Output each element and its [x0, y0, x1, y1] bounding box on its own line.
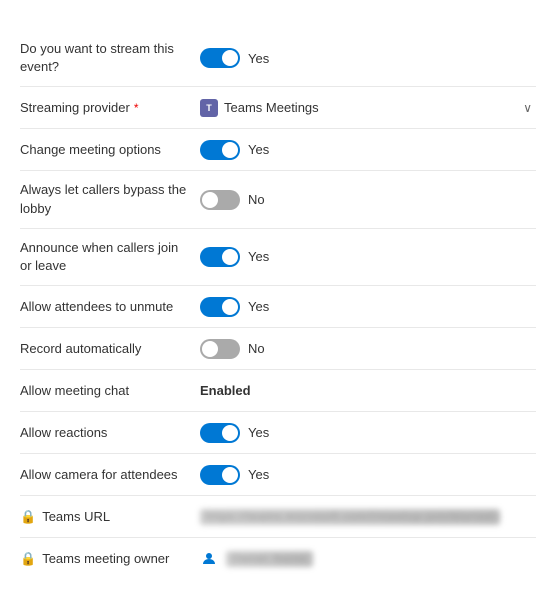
row-allow-unmute: Allow attendees to unmute Yes: [20, 286, 536, 328]
label-text: Always let callers bypass the lobby: [20, 181, 190, 217]
toggle-track[interactable]: [200, 140, 240, 160]
teams-icon: T: [200, 99, 218, 117]
row-allow-meeting-chat: Allow meeting chat Enabled: [20, 370, 536, 412]
teams-url-value: https://teams.microsoft.com/l/meetup-joi…: [200, 509, 500, 525]
toggle-track[interactable]: [200, 190, 240, 210]
label-text: Change meeting options: [20, 141, 161, 159]
row-teams-owner: 🔒 Teams meeting owner Owner Name: [20, 538, 536, 580]
toggle-thumb: [202, 192, 218, 208]
row-value-change-meeting-options: Yes: [200, 140, 536, 160]
toggle-track[interactable]: [200, 297, 240, 317]
label-text: Record automatically: [20, 340, 141, 358]
row-value-teams-url: https://teams.microsoft.com/l/meetup-joi…: [200, 509, 536, 525]
row-value-stream-event: Yes: [200, 48, 536, 68]
row-label-change-meeting-options: Change meeting options: [20, 141, 200, 159]
toggle-value-label: Yes: [248, 51, 269, 66]
toggle-thumb: [222, 425, 238, 441]
toggle-value-label: Yes: [248, 467, 269, 482]
toggle-track[interactable]: [200, 48, 240, 68]
row-label-teams-url: 🔒 Teams URL: [20, 508, 200, 526]
row-label-allow-unmute: Allow attendees to unmute: [20, 298, 200, 316]
row-value-allow-meeting-chat: Enabled: [200, 383, 536, 398]
row-value-announce-join-leave: Yes: [200, 247, 536, 267]
row-change-meeting-options: Change meeting options Yes: [20, 129, 536, 171]
lock-icon: 🔒: [20, 550, 36, 568]
label-text: Allow camera for attendees: [20, 466, 178, 484]
label-text: Allow reactions: [20, 424, 107, 442]
row-value-bypass-lobby: No: [200, 190, 536, 210]
toggle-thumb: [222, 142, 238, 158]
row-value-allow-reactions: Yes: [200, 423, 536, 443]
label-text: Do you want to stream this event?: [20, 40, 190, 76]
label-text: Allow meeting chat: [20, 382, 129, 400]
row-label-stream-event: Do you want to stream this event?: [20, 40, 200, 76]
toggle-thumb: [222, 467, 238, 483]
label-text: Announce when callers join or leave: [20, 239, 190, 275]
row-value-allow-unmute: Yes: [200, 297, 536, 317]
lock-icon: 🔒: [20, 508, 36, 526]
owner-name-value: Owner Name: [226, 551, 313, 567]
toggle-track[interactable]: [200, 247, 240, 267]
stream-event-panel: Do you want to stream this event? Yes Stre…: [0, 0, 556, 596]
row-value-allow-camera: Yes: [200, 465, 536, 485]
row-label-allow-meeting-chat: Allow meeting chat: [20, 382, 200, 400]
toggle-thumb: [222, 249, 238, 265]
row-label-streaming-provider: Streaming provider *: [20, 100, 200, 115]
row-teams-url: 🔒 Teams URL https://teams.microsoft.com/l/…: [20, 496, 536, 538]
row-stream-event: Do you want to stream this event? Yes: [20, 30, 536, 87]
toggle-track[interactable]: [200, 339, 240, 359]
row-label-teams-owner: 🔒 Teams meeting owner: [20, 550, 200, 568]
provider-inner: T Teams Meetings: [200, 99, 319, 117]
row-value-record-automatically: No: [200, 339, 536, 359]
row-label-bypass-lobby: Always let callers bypass the lobby: [20, 181, 200, 217]
row-bypass-lobby: Always let callers bypass the lobby No: [20, 171, 536, 228]
row-label-record-automatically: Record automatically: [20, 340, 200, 358]
row-label-allow-reactions: Allow reactions: [20, 424, 200, 442]
person-icon: [200, 550, 218, 568]
row-value-teams-owner: Owner Name: [200, 550, 536, 568]
label-text: Teams URL: [42, 508, 110, 526]
row-allow-camera: Allow camera for attendees Yes: [20, 454, 536, 496]
provider-name: Teams Meetings: [224, 100, 319, 115]
toggle-value-label: Yes: [248, 425, 269, 440]
provider-value[interactable]: T Teams Meetings ∨: [200, 99, 536, 117]
row-label-allow-camera: Allow camera for attendees: [20, 466, 200, 484]
chat-status: Enabled: [200, 383, 251, 398]
label-text: Allow attendees to unmute: [20, 298, 173, 316]
toggle-value-label: No: [248, 341, 265, 356]
row-streaming-provider: Streaming provider *T Teams Meetings ∨: [20, 87, 536, 129]
toggle-thumb: [222, 50, 238, 66]
row-label-announce-join-leave: Announce when callers join or leave: [20, 239, 200, 275]
toggle-value-label: No: [248, 192, 265, 207]
required-indicator: *: [134, 101, 139, 115]
toggle-track[interactable]: [200, 465, 240, 485]
chevron-down-icon[interactable]: ∨: [523, 101, 532, 115]
row-record-automatically: Record automatically No: [20, 328, 536, 370]
toggle-value-label: Yes: [248, 249, 269, 264]
row-announce-join-leave: Announce when callers join or leave Yes: [20, 229, 536, 286]
toggle-thumb: [222, 299, 238, 315]
toggle-thumb: [202, 341, 218, 357]
toggle-track[interactable]: [200, 423, 240, 443]
label-text: Teams meeting owner: [42, 550, 169, 568]
row-allow-reactions: Allow reactions Yes: [20, 412, 536, 454]
toggle-value-label: Yes: [248, 142, 269, 157]
toggle-value-label: Yes: [248, 299, 269, 314]
